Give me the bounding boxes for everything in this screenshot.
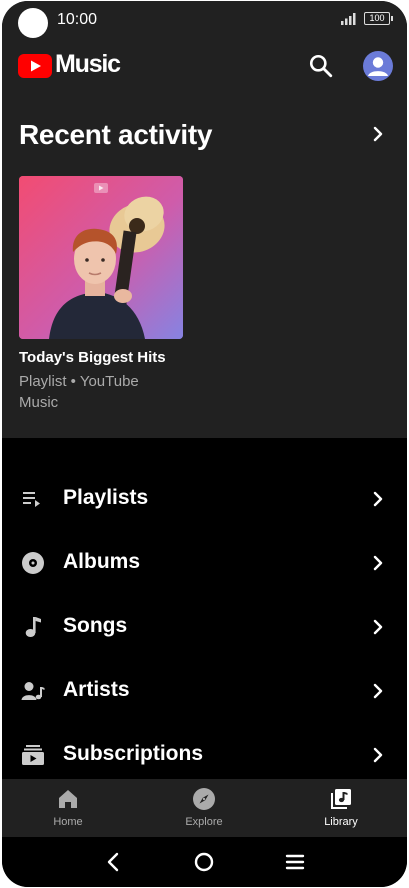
back-icon[interactable]	[102, 850, 126, 874]
artist-icon	[21, 682, 45, 700]
avatar[interactable]	[363, 51, 393, 81]
chevron-right-icon	[373, 683, 383, 699]
camera-cutout	[18, 8, 48, 38]
library-list: Playlists Albums Songs Artists Subscript…	[2, 466, 407, 786]
youtube-play-icon[interactable]	[18, 54, 52, 78]
upper-panel: 10:00 100 Music Recent activity Today's …	[2, 1, 407, 438]
playlist-artwork[interactable]	[19, 176, 183, 339]
music-note-icon	[25, 617, 41, 637]
app-header: Music	[2, 43, 407, 87]
library-item-label: Albums	[63, 550, 141, 573]
nav-library[interactable]: Library	[291, 779, 391, 837]
search-icon[interactable]	[308, 53, 334, 79]
card-subtitle: Playlist • YouTube Music	[19, 373, 139, 411]
nav-explore[interactable]: Explore	[154, 779, 254, 837]
library-item-label: Subscriptions	[63, 742, 204, 765]
system-nav-bar	[2, 837, 407, 887]
menu-icon[interactable]	[283, 850, 307, 874]
album-icon	[22, 552, 44, 574]
home-circle-icon[interactable]	[192, 850, 216, 874]
library-item-label: Artists	[63, 678, 130, 701]
chevron-right-icon	[373, 491, 383, 507]
library-item-songs[interactable]: Songs	[2, 594, 407, 658]
library-item-label: Playlists	[63, 486, 149, 509]
bottom-nav: Home Explore Library	[2, 779, 407, 837]
chevron-right-icon	[373, 555, 383, 571]
battery-indicator: 100	[364, 12, 393, 25]
recent-card[interactable]: Today's Biggest Hits Playlist • YouTube …	[19, 176, 183, 413]
playlist-icon	[23, 492, 40, 507]
library-icon	[331, 789, 351, 809]
home-icon	[59, 790, 77, 808]
status-time: 10:00	[57, 11, 98, 28]
subscriptions-icon	[22, 745, 44, 765]
section-title-recent-activity[interactable]: Recent activity	[19, 119, 212, 151]
chevron-right-icon	[373, 747, 383, 763]
user-icon	[368, 57, 388, 76]
nav-home[interactable]: Home	[18, 779, 118, 837]
signal-icon	[341, 13, 356, 25]
app-logo-text[interactable]: Music	[55, 50, 121, 79]
chevron-right-icon[interactable]	[368, 124, 388, 144]
nav-label-library: Library	[324, 816, 358, 828]
library-item-label: Songs	[63, 614, 128, 637]
library-item-playlists[interactable]: Playlists	[2, 466, 407, 530]
nav-label-home: Home	[53, 816, 83, 828]
phone-screen: 10:00 100 Music Recent activity Today's …	[2, 1, 407, 887]
status-bar: 10:00 100	[2, 1, 407, 39]
library-item-albums[interactable]: Albums	[2, 530, 407, 594]
library-item-subscriptions[interactable]: Subscriptions	[2, 722, 407, 786]
compass-icon	[193, 788, 215, 810]
chevron-right-icon	[373, 619, 383, 635]
card-title[interactable]: Today's Biggest Hits	[19, 349, 183, 366]
artwork-image	[19, 176, 183, 339]
library-item-artists[interactable]: Artists	[2, 658, 407, 722]
nav-label-explore: Explore	[185, 816, 223, 828]
